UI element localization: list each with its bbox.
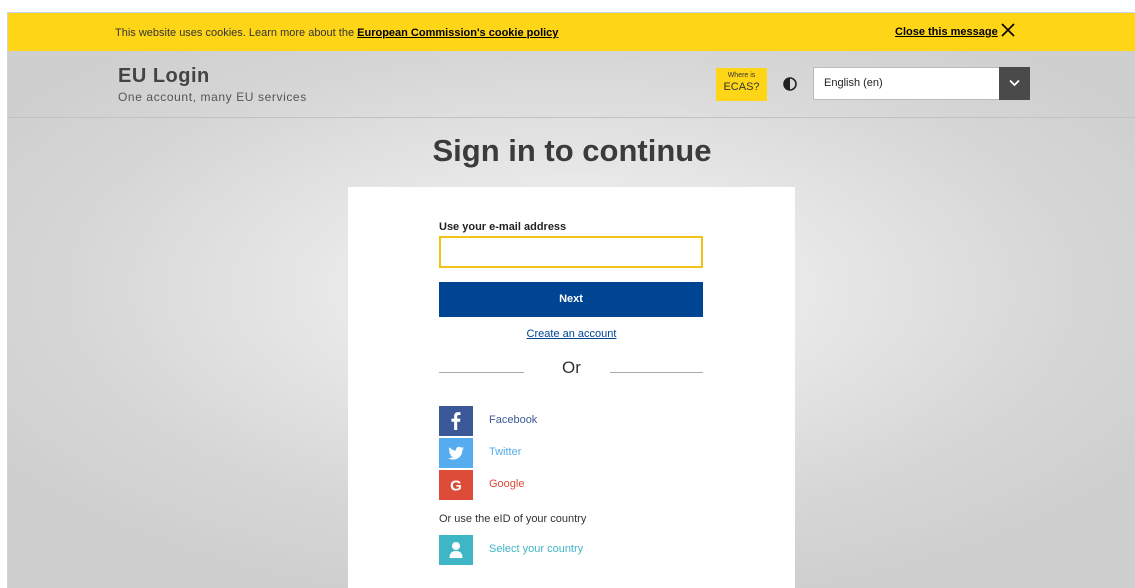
twitter-icon bbox=[439, 438, 473, 468]
cookie-message: This website uses cookies. Learn more ab… bbox=[115, 27, 558, 39]
email-label: Use your e-mail address bbox=[439, 221, 567, 233]
facebook-icon bbox=[439, 406, 473, 436]
close-icon[interactable] bbox=[1000, 22, 1016, 38]
page-title: Sign in to continue bbox=[432, 133, 712, 168]
create-account-link[interactable]: Create an account bbox=[348, 328, 795, 340]
where-is-ecas-button[interactable]: Where is ECAS? bbox=[716, 68, 767, 101]
ecas-big-label: ECAS? bbox=[723, 81, 760, 93]
google-icon: G bbox=[439, 470, 473, 500]
next-button[interactable]: Next bbox=[439, 282, 703, 317]
select-country-label: Select your country bbox=[489, 543, 584, 555]
eid-label: Or use the eID of your country bbox=[439, 513, 587, 525]
email-input[interactable] bbox=[439, 236, 703, 268]
page-frame: This website uses cookies. Learn more ab… bbox=[7, 12, 1135, 588]
cookie-policy-link[interactable]: European Commission's cookie policy bbox=[357, 27, 558, 39]
or-divider-right bbox=[610, 372, 703, 373]
contrast-icon[interactable] bbox=[783, 77, 797, 91]
person-icon bbox=[439, 535, 473, 565]
site-header: EU Login One account, many EU services W… bbox=[8, 51, 1135, 118]
create-account-label: Create an account bbox=[526, 328, 617, 340]
svg-text:G: G bbox=[450, 478, 462, 495]
or-label: Or bbox=[562, 358, 581, 377]
twitter-label: Twitter bbox=[489, 446, 522, 458]
login-card: Use your e-mail address Next Create an a… bbox=[348, 187, 795, 588]
ecas-small-label: Where is bbox=[727, 72, 756, 79]
language-selected-value: English (en) bbox=[824, 77, 883, 89]
close-message-link[interactable]: Close this message bbox=[895, 26, 998, 38]
google-label: Google bbox=[489, 478, 525, 490]
language-select[interactable]: English (en) bbox=[813, 67, 1030, 100]
brand-subtitle: One account, many EU services bbox=[118, 90, 307, 104]
cookie-banner: This website uses cookies. Learn more ab… bbox=[8, 13, 1135, 51]
cookie-message-text: This website uses cookies. Learn more ab… bbox=[115, 27, 358, 39]
brand-title: EU Login bbox=[118, 65, 210, 87]
language-dropdown-toggle[interactable] bbox=[999, 67, 1030, 100]
chevron-down-icon bbox=[1009, 79, 1020, 87]
facebook-label: Facebook bbox=[489, 414, 538, 426]
